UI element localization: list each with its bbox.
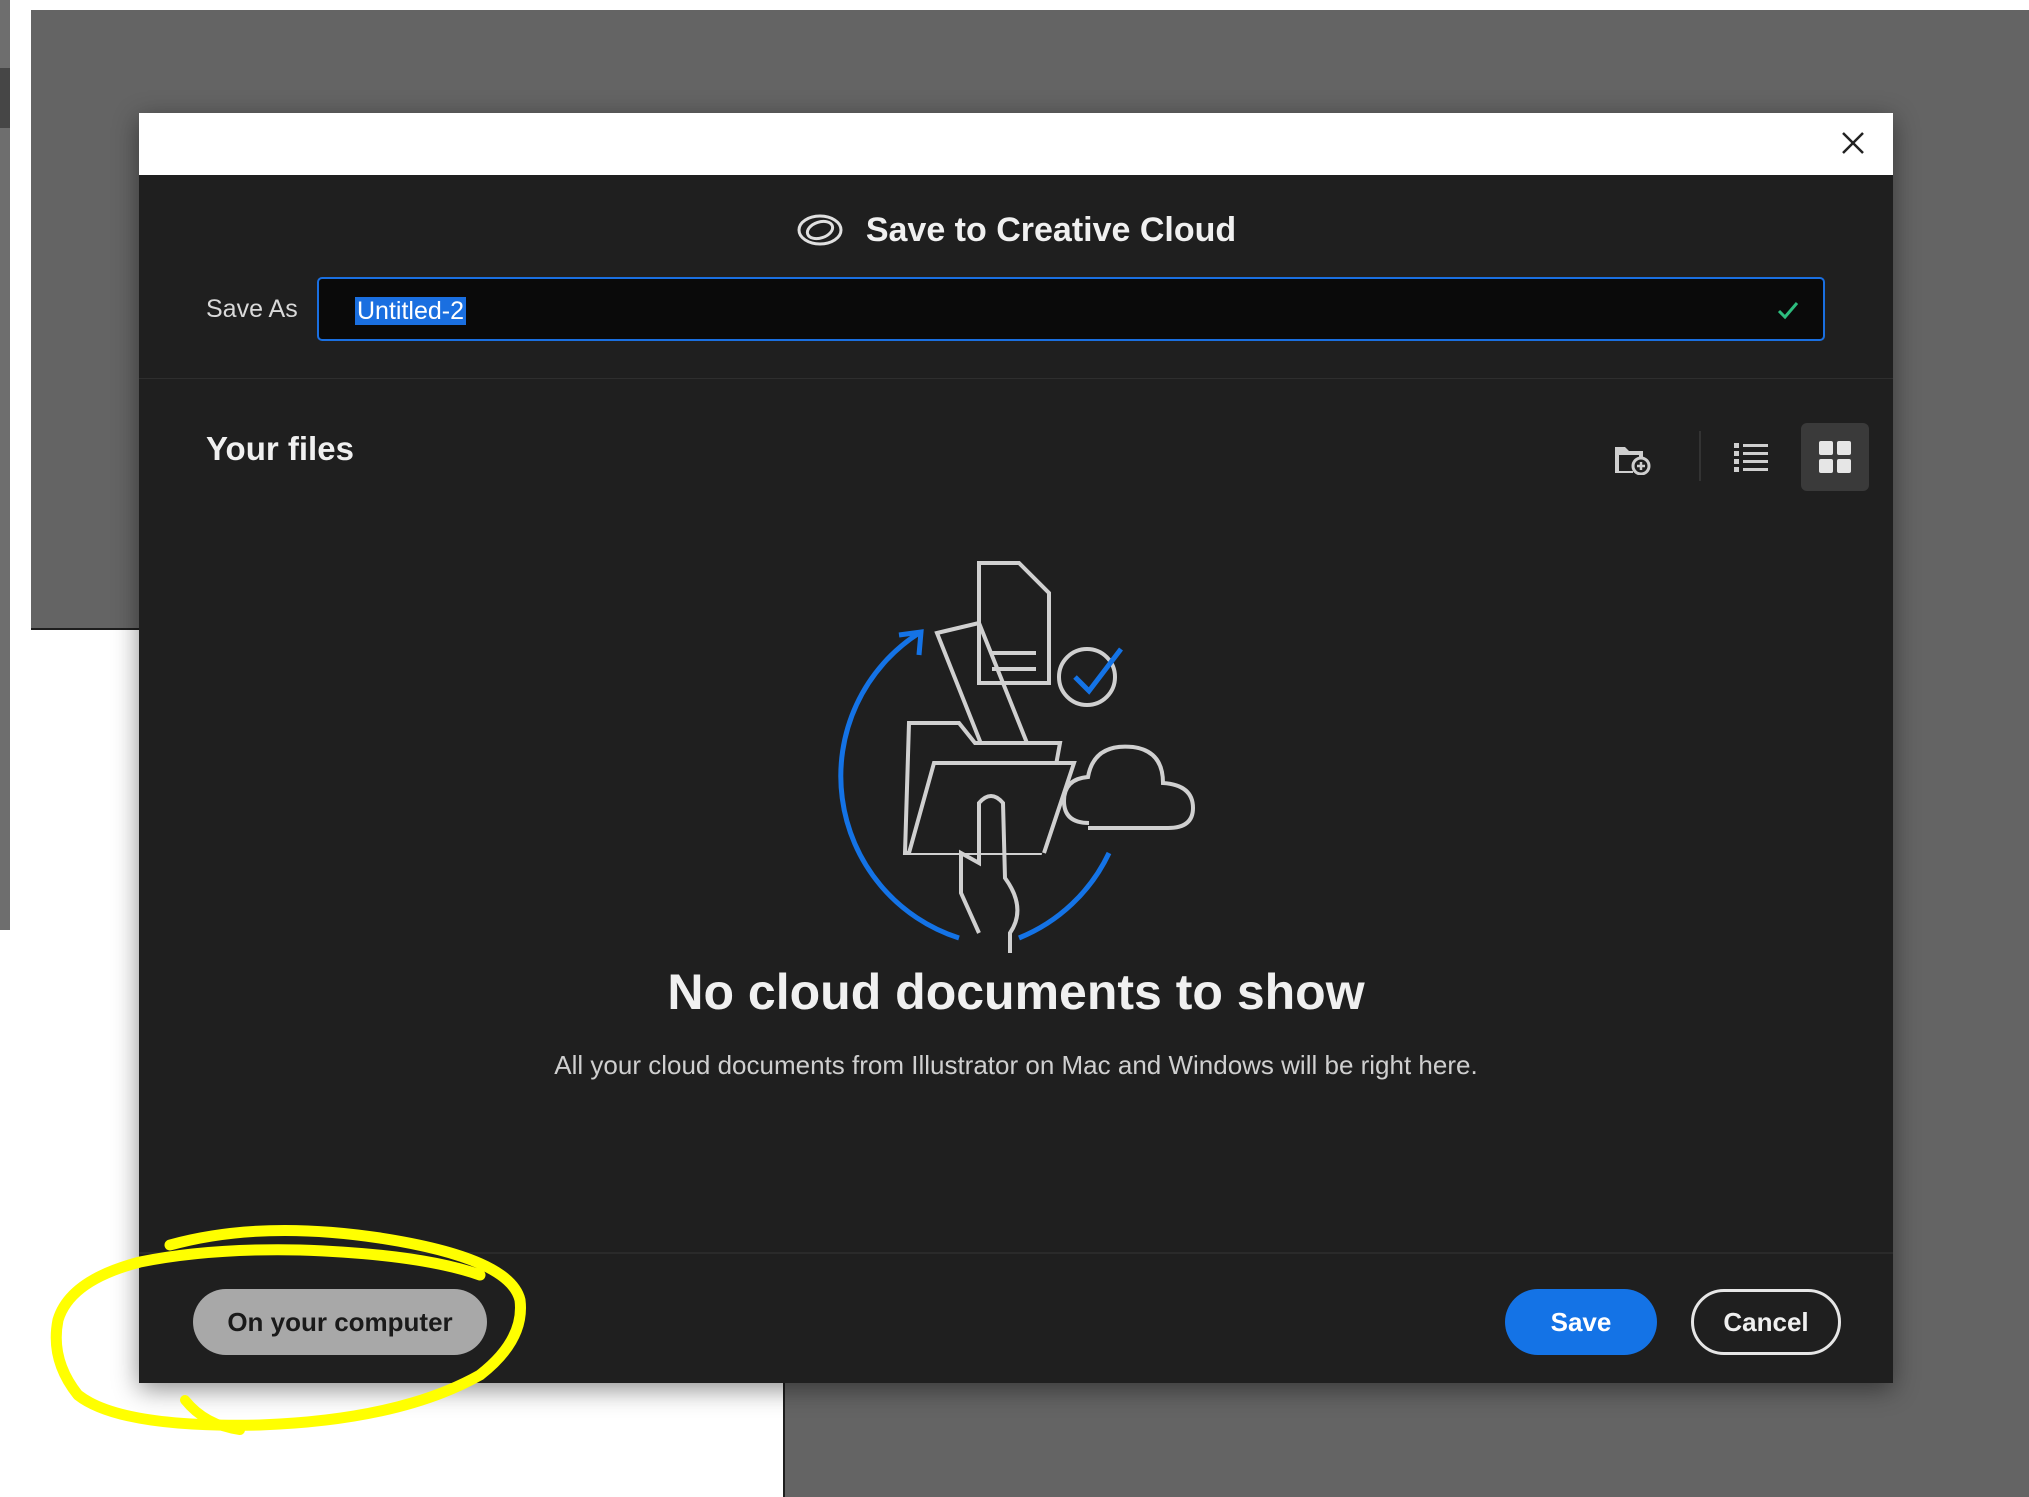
- empty-state-illustration: [838, 561, 1196, 953]
- new-folder-button[interactable]: [1597, 423, 1665, 491]
- on-your-computer-button[interactable]: On your computer: [193, 1289, 487, 1355]
- toolbar-divider: [1699, 431, 1701, 481]
- save-dialog: Save to Creative Cloud Save As Untitled-…: [139, 113, 1893, 1383]
- footer-divider: [139, 1252, 1893, 1254]
- save-as-row: Save As Untitled-2: [206, 277, 1827, 343]
- header-divider: [139, 378, 1893, 379]
- your-files-heading: Your files: [206, 430, 354, 467]
- dialog-title: Save to Creative Cloud: [865, 210, 1237, 249]
- file-name-value[interactable]: Untitled-2: [355, 297, 466, 325]
- grid-view-button[interactable]: [1801, 423, 1869, 491]
- close-button[interactable]: [1833, 123, 1873, 163]
- check-icon: [1777, 302, 1799, 320]
- dialog-header: Save to Creative Cloud: [139, 205, 1893, 255]
- list-view-button[interactable]: [1717, 423, 1785, 491]
- save-as-label: Save As: [206, 295, 298, 323]
- background-top-strip: [0, 0, 2029, 10]
- background-divider-vertical: [783, 1372, 785, 1497]
- file-name-input[interactable]: Untitled-2: [317, 277, 1825, 341]
- grid-view-icon: [1819, 441, 1851, 473]
- empty-state-title: No cloud documents to show: [667, 964, 1365, 1020]
- new-folder-icon: [1615, 447, 1651, 475]
- save-button[interactable]: Save: [1505, 1289, 1657, 1355]
- list-view-icon: [1734, 443, 1768, 472]
- close-icon: [1842, 132, 1864, 154]
- background-left-panel: [0, 0, 10, 930]
- dialog-titlebar: [139, 113, 1893, 175]
- cancel-button[interactable]: Cancel: [1691, 1289, 1841, 1355]
- empty-state-description: All your cloud documents from Illustrato…: [554, 1050, 1478, 1080]
- creative-cloud-icon: [797, 214, 843, 246]
- background-left-panel-tab: [0, 68, 10, 128]
